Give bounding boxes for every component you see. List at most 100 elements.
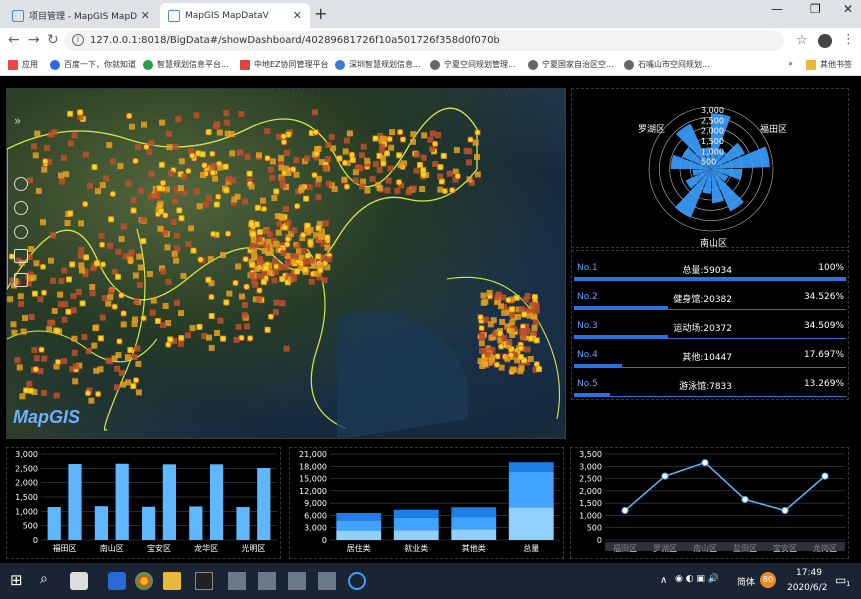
bar[interactable]: [94, 506, 109, 540]
bookmark-other[interactable]: 其他书签: [806, 59, 852, 70]
heat-point: [28, 388, 34, 394]
heat-tile: [342, 148, 349, 155]
tray-icons[interactable]: ◉ ◐ ▣ 🔊: [675, 574, 719, 584]
tab-label: 项目管理 - MapGIS MapDataV: [29, 12, 137, 22]
bookmark-apps[interactable]: 应用: [8, 59, 38, 70]
bar[interactable]: [257, 468, 271, 540]
site-info-icon[interactable]: i: [72, 34, 84, 46]
stacked-bar-segment[interactable]: [451, 507, 497, 518]
clock-date[interactable]: 2020/6/2: [787, 583, 827, 593]
tab-close-icon[interactable]: ✕: [141, 9, 150, 22]
bookmark-baidu[interactable]: 百度一下，你就知道: [50, 59, 136, 70]
line-point[interactable]: [741, 495, 749, 503]
bookmark-ningxia-region[interactable]: 宁夏国家自治区空...: [528, 59, 614, 70]
address-bar[interactable]: i 127.0.0.1:8018/BigData#/showDashboard/…: [64, 31, 784, 51]
ranking-row[interactable]: No.2 健身馆:20382 34.526%: [572, 290, 850, 318]
search-icon[interactable]: [14, 273, 28, 287]
stacked-bar-segment[interactable]: [508, 462, 554, 473]
zoom-out-icon[interactable]: [14, 201, 28, 215]
line-point[interactable]: [701, 459, 709, 467]
bar[interactable]: [68, 464, 82, 540]
ranking-row[interactable]: No.1 总量:59034 100%: [572, 261, 850, 289]
restore-icon[interactable]: ❐: [810, 2, 821, 16]
stacked-bar-segment[interactable]: [451, 517, 497, 530]
app-icon[interactable]: [228, 572, 246, 590]
heat-tile: [372, 161, 379, 168]
collapse-icon[interactable]: »: [14, 114, 28, 128]
bookmark-ez[interactable]: 中地EZ协同管理平台: [240, 59, 329, 70]
tab-project-manage[interactable]: 项目管理 - MapGIS MapDataV ✕: [4, 3, 158, 28]
heat-tile: [133, 298, 140, 305]
bookmark-overflow[interactable]: »: [788, 59, 793, 68]
ranking-row[interactable]: No.5 游泳馆:7833 13.269%: [572, 377, 850, 405]
bar[interactable]: [189, 506, 203, 540]
wps-icon[interactable]: [108, 572, 126, 590]
line-point[interactable]: [781, 507, 789, 515]
windows-start-icon[interactable]: ⊞: [10, 571, 28, 589]
heat-tile: [67, 140, 74, 147]
app-icon[interactable]: [288, 572, 306, 590]
minimize-icon[interactable]: —: [771, 2, 783, 16]
tab-mapdatav[interactable]: MapGIS MapDataV ✕: [160, 3, 310, 28]
app-icon[interactable]: [348, 572, 366, 590]
heat-tile: [185, 332, 191, 339]
bar[interactable]: [162, 464, 176, 540]
clock-time[interactable]: 17:49: [796, 568, 822, 578]
badge[interactable]: 80: [760, 572, 776, 588]
bookmark-shenzhen[interactable]: 深圳智慧规划信息...: [335, 59, 421, 70]
search-icon[interactable]: ⌕: [40, 571, 58, 589]
stacked-bar-segment[interactable]: [393, 509, 439, 518]
reload-icon[interactable]: ↻: [47, 32, 59, 48]
rose-ring-label: 1,000: [701, 147, 724, 156]
stacked-bar-segment[interactable]: [336, 512, 382, 521]
stacked-bar-segment[interactable]: [451, 529, 497, 540]
app-icon[interactable]: [258, 572, 276, 590]
bar[interactable]: [47, 507, 61, 540]
notification-icon[interactable]: ▭: [835, 573, 846, 587]
bar[interactable]: [209, 464, 224, 540]
tray-arrow-icon[interactable]: ∧: [660, 575, 667, 586]
stacked-bar-segment[interactable]: [336, 520, 382, 531]
heat-point: [315, 254, 321, 259]
new-tab-icon[interactable]: +: [314, 4, 327, 23]
ime-indicator[interactable]: 简体: [737, 575, 755, 588]
heat-point: [265, 327, 271, 333]
chrome-icon[interactable]: [135, 572, 153, 590]
bar[interactable]: [142, 506, 156, 540]
stacked-bar-segment[interactable]: [393, 517, 439, 531]
line-point[interactable]: [821, 472, 829, 480]
bar[interactable]: [115, 463, 129, 540]
bar[interactable]: [236, 507, 250, 540]
bookmark-shizuishan[interactable]: 石嘴山市空间规划...: [624, 59, 710, 70]
forward-icon[interactable]: →: [28, 32, 40, 48]
stacked-bar-segment[interactable]: [393, 530, 439, 540]
tab-close-icon[interactable]: ✕: [293, 9, 302, 22]
ranking-row[interactable]: No.3 运动场:20372 34.509%: [572, 319, 850, 347]
menu-icon[interactable]: ⋮: [842, 32, 855, 47]
line-point[interactable]: [621, 507, 629, 515]
stacked-bar-segment[interactable]: [508, 472, 554, 508]
heat-tile: [318, 262, 325, 269]
rose-petal[interactable]: [674, 169, 711, 218]
heat-tile: [108, 288, 114, 295]
ranking-row[interactable]: No.4 其他:10447 17.697%: [572, 348, 850, 376]
line-point[interactable]: [661, 472, 669, 480]
stacked-bar-segment[interactable]: [508, 507, 554, 540]
bookmark-ningxia-plan[interactable]: 宁夏空间规划管理...: [430, 59, 516, 70]
bookmark-star-icon[interactable]: ☆: [796, 33, 808, 48]
task-view-icon[interactable]: [70, 572, 88, 590]
file-explorer-icon[interactable]: [163, 572, 181, 590]
profile-avatar[interactable]: [818, 34, 832, 48]
window-close-icon[interactable]: ✕: [843, 2, 853, 16]
zoom-in-icon[interactable]: [14, 177, 28, 191]
terminal-icon[interactable]: [195, 572, 213, 590]
stacked-bar-segment[interactable]: [336, 530, 382, 540]
zoom-slider[interactable]: [605, 542, 845, 551]
app-icon[interactable]: [318, 572, 336, 590]
layers-icon[interactable]: [14, 249, 28, 263]
history-icon[interactable]: [14, 225, 28, 239]
back-icon[interactable]: ←: [8, 32, 20, 48]
heat-tile: [384, 187, 391, 194]
bookmark-smart-plan[interactable]: 智慧规划信息平台...: [143, 59, 229, 70]
heatmap-map[interactable]: » MapGIS: [6, 88, 566, 439]
